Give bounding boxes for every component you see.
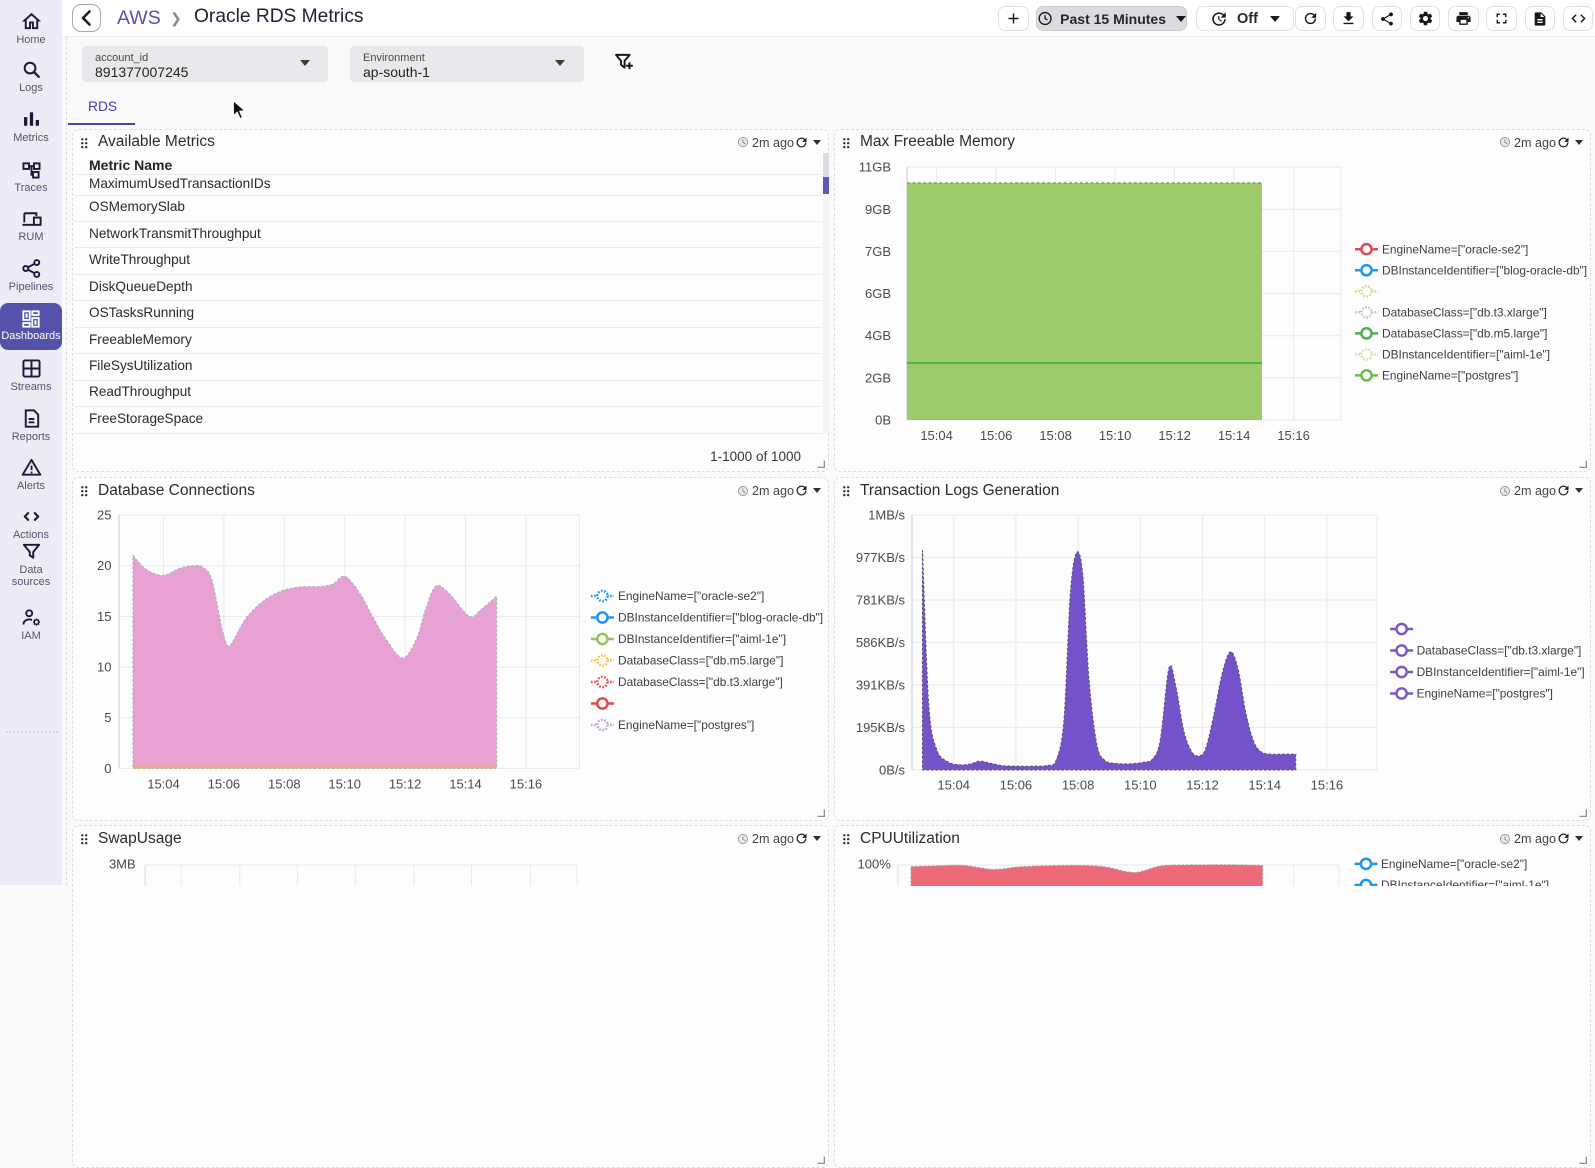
svg-text:EngineName=["oracle-se2"]: EngineName=["oracle-se2"] bbox=[1382, 242, 1528, 256]
svg-text:0B/s: 0B/s bbox=[879, 762, 906, 777]
svg-text:DatabaseClass=["db.m5.large"]: DatabaseClass=["db.m5.large"] bbox=[618, 654, 783, 668]
svg-text:DBInstanceIdentifier=["aiml-1e: DBInstanceIdentifier=["aiml-1e"] bbox=[1417, 665, 1585, 679]
svg-text:15:16: 15:16 bbox=[510, 777, 543, 792]
svg-text:DBInstanceIdentifier=["blog-or: DBInstanceIdentifier=["blog-oracle-db"] bbox=[618, 611, 823, 625]
svg-text:DBInstanceIdentifier=["aiml-1e: DBInstanceIdentifier=["aiml-1e"] bbox=[1382, 347, 1550, 361]
svg-text:100%: 100% bbox=[858, 856, 892, 871]
svg-text:EngineName=["postgres"]: EngineName=["postgres"] bbox=[618, 718, 754, 732]
svg-text:EngineName=["postgres"]: EngineName=["postgres"] bbox=[1417, 687, 1553, 701]
svg-text:DBInstanceIdentifier=["blog-or: DBInstanceIdentifier=["blog-oracle-db"] bbox=[1382, 263, 1587, 277]
svg-text:15:16: 15:16 bbox=[1311, 778, 1344, 793]
svg-text:11GB: 11GB bbox=[859, 159, 891, 174]
svg-text:DatabaseClass=["db.t3.xlarge"]: DatabaseClass=["db.t3.xlarge"] bbox=[1417, 644, 1582, 658]
svg-text:6GB: 6GB bbox=[865, 286, 891, 301]
svg-text:0B: 0B bbox=[875, 412, 891, 427]
svg-text:15:04: 15:04 bbox=[147, 777, 180, 792]
svg-text:15:16: 15:16 bbox=[1277, 428, 1310, 443]
svg-text:977KB/s: 977KB/s bbox=[856, 550, 906, 565]
svg-text:9GB: 9GB bbox=[865, 201, 891, 216]
svg-text:15:04: 15:04 bbox=[937, 778, 970, 793]
svg-text:15:08: 15:08 bbox=[1062, 778, 1095, 793]
svg-text:7GB: 7GB bbox=[865, 243, 891, 258]
svg-text:15:10: 15:10 bbox=[328, 777, 361, 792]
svg-text:20: 20 bbox=[97, 558, 111, 573]
svg-text:EngineName=["postgres"]: EngineName=["postgres"] bbox=[1382, 368, 1518, 382]
svg-text:15:14: 15:14 bbox=[1218, 428, 1251, 443]
svg-text:586KB/s: 586KB/s bbox=[856, 635, 906, 650]
svg-text:DatabaseClass=["db.t3.xlarge"]: DatabaseClass=["db.t3.xlarge"] bbox=[1382, 305, 1547, 319]
svg-text:EngineName=["oracle-se2"]: EngineName=["oracle-se2"] bbox=[618, 589, 764, 603]
svg-text:4GB: 4GB bbox=[865, 328, 891, 343]
svg-text:15: 15 bbox=[97, 609, 111, 624]
svg-text:15:08: 15:08 bbox=[268, 777, 301, 792]
svg-text:15:14: 15:14 bbox=[1248, 778, 1281, 793]
svg-text:15:06: 15:06 bbox=[980, 428, 1013, 443]
svg-text:1MB/s: 1MB/s bbox=[868, 508, 905, 523]
svg-text:0: 0 bbox=[104, 761, 111, 776]
svg-text:15:14: 15:14 bbox=[449, 777, 482, 792]
svg-text:15:12: 15:12 bbox=[389, 777, 422, 792]
svg-text:15:12: 15:12 bbox=[1158, 428, 1191, 443]
svg-text:15:06: 15:06 bbox=[208, 777, 241, 792]
svg-text:10: 10 bbox=[97, 660, 111, 675]
svg-text:2GB: 2GB bbox=[865, 370, 891, 385]
svg-text:15:08: 15:08 bbox=[1039, 428, 1072, 443]
svg-text:5: 5 bbox=[104, 710, 111, 725]
svg-text:15:10: 15:10 bbox=[1124, 778, 1157, 793]
svg-text:15:10: 15:10 bbox=[1099, 428, 1132, 443]
svg-text:DatabaseClass=["db.t3.xlarge"]: DatabaseClass=["db.t3.xlarge"] bbox=[618, 675, 783, 689]
svg-text:25: 25 bbox=[97, 508, 111, 523]
svg-text:15:04: 15:04 bbox=[920, 428, 953, 443]
svg-text:15:06: 15:06 bbox=[1000, 778, 1033, 793]
svg-text:391KB/s: 391KB/s bbox=[856, 678, 906, 693]
svg-text:781KB/s: 781KB/s bbox=[856, 593, 906, 608]
svg-text:15:12: 15:12 bbox=[1186, 778, 1219, 793]
svg-text:DBInstanceIdentifier=["aiml-1e: DBInstanceIdentifier=["aiml-1e"] bbox=[618, 632, 786, 646]
svg-text:EngineName=["oracle-se2"]: EngineName=["oracle-se2"] bbox=[1381, 857, 1527, 871]
svg-text:3MB: 3MB bbox=[109, 857, 136, 872]
svg-text:DatabaseClass=["db.m5.large"]: DatabaseClass=["db.m5.large"] bbox=[1382, 326, 1547, 340]
svg-text:195KB/s: 195KB/s bbox=[856, 720, 906, 735]
